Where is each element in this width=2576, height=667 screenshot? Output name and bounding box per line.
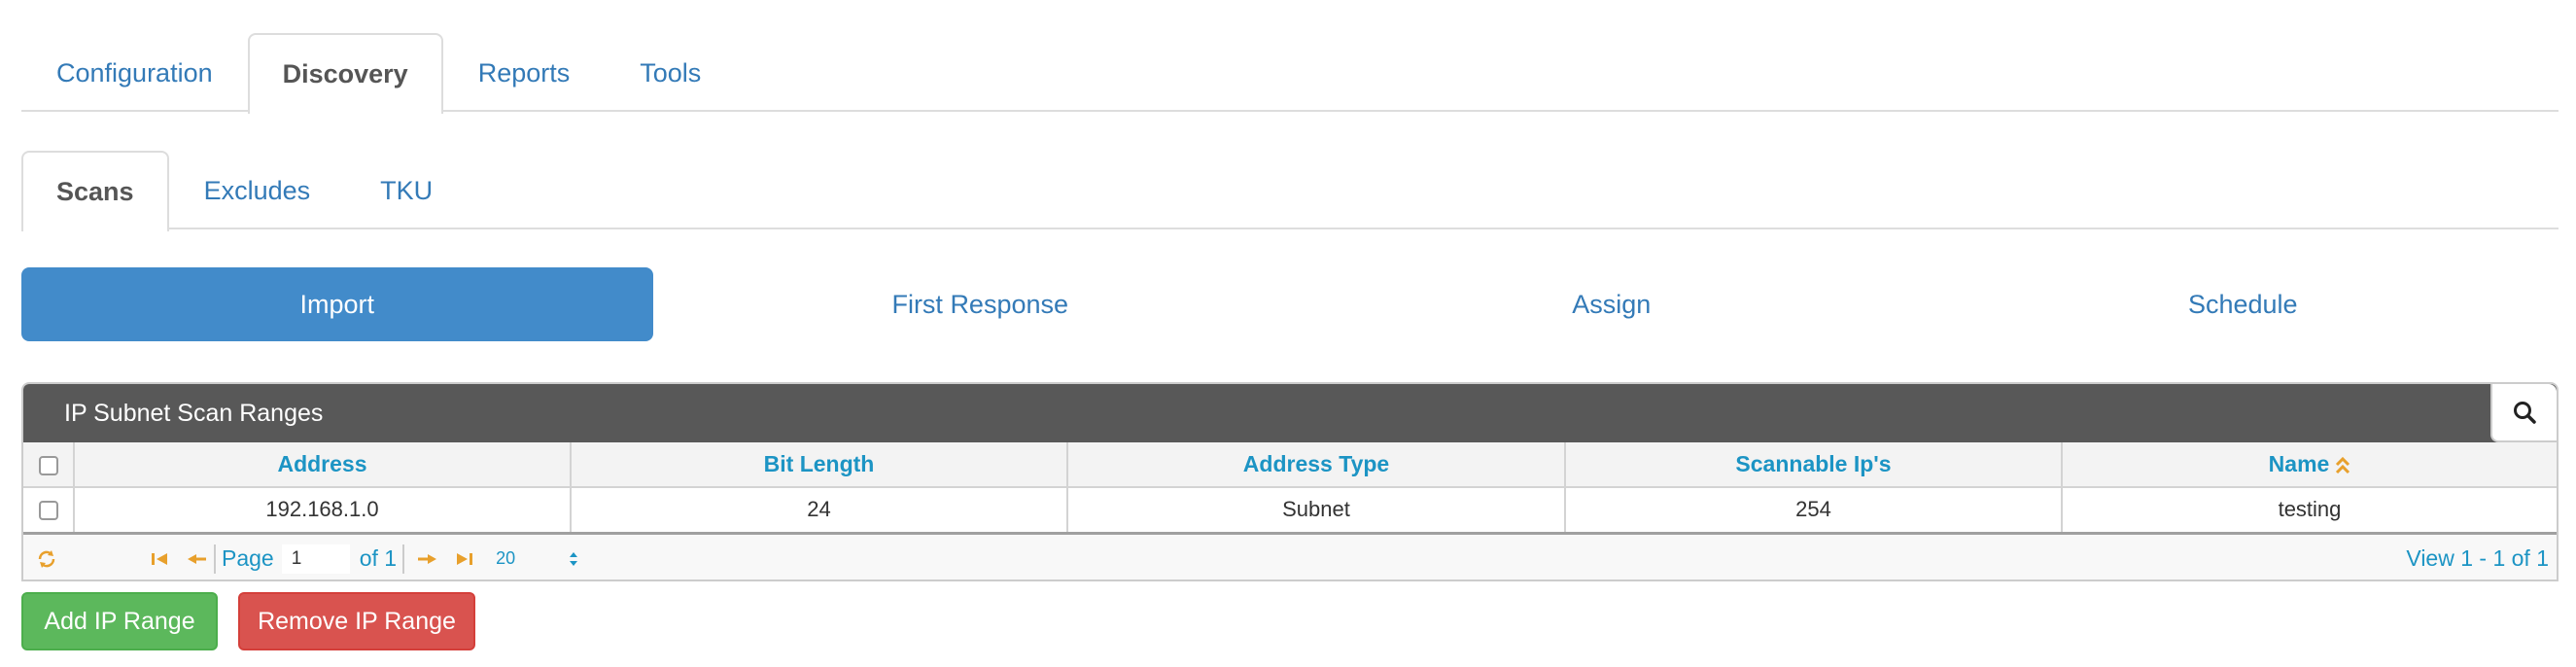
tab-tku[interactable]: TKU <box>345 151 468 229</box>
sort-ascending-icon <box>2336 456 2350 474</box>
sub-tabs: Scans Excludes TKU <box>21 151 2559 231</box>
row-select-cell <box>23 487 75 535</box>
rows-per-page-value: 20 <box>496 548 516 568</box>
cell-name: testing <box>2062 487 2557 535</box>
tab-reports[interactable]: Reports <box>443 33 606 112</box>
column-header-name: Name <box>2268 451 2330 476</box>
tab-tools[interactable]: Tools <box>605 33 736 112</box>
row-checkbox[interactable] <box>38 501 58 521</box>
select-all-cell <box>23 442 75 488</box>
table-row[interactable]: 192.168.1.0 24 Subnet 254 testing <box>23 487 2557 535</box>
tab-scans[interactable]: Scans <box>21 151 169 231</box>
page-label: Page <box>222 545 274 571</box>
pager-separator <box>214 544 216 574</box>
rows-per-page-select[interactable]: 20 <box>496 548 578 569</box>
ip-subnet-grid: IP Subnet Scan Ranges Address Bit Length <box>21 382 2559 581</box>
tab-excludes[interactable]: Excludes <box>169 151 346 229</box>
pill-assign[interactable]: Assign <box>1296 267 1928 341</box>
view-records-text: View 1 - 1 of 1 <box>2406 545 2549 571</box>
search-icon <box>2514 402 2536 424</box>
scan-action-pills: Import First Response Assign Schedule <box>21 267 2559 341</box>
main-tabs: Configuration Discovery Reports Tools <box>21 33 2559 114</box>
previous-page-icon[interactable] <box>185 550 208 568</box>
select-arrows-icon <box>570 552 578 567</box>
grid-search-button[interactable] <box>2490 384 2557 442</box>
column-header-name-cell[interactable]: Name <box>2062 442 2557 488</box>
cell-scannable-ips: 254 <box>1565 487 2063 535</box>
add-ip-range-button[interactable]: Add IP Range <box>21 592 218 650</box>
remove-ip-range-button[interactable]: Remove IP Range <box>238 592 475 650</box>
tab-discovery[interactable]: Discovery <box>247 33 443 114</box>
cell-address: 192.168.1.0 <box>74 487 572 535</box>
grid-caption: IP Subnet Scan Ranges <box>23 384 2557 442</box>
cell-address-type: Subnet <box>1067 487 1566 535</box>
first-page-icon[interactable] <box>150 550 171 568</box>
pager-separator <box>402 544 405 574</box>
next-page-icon[interactable] <box>416 550 439 568</box>
column-header-address[interactable]: Address <box>74 442 572 488</box>
cell-bit-length: 24 <box>571 487 1068 535</box>
select-all-checkbox[interactable] <box>38 455 58 475</box>
refresh-icon[interactable] <box>35 547 58 571</box>
pill-schedule[interactable]: Schedule <box>1928 267 2559 341</box>
tab-configuration[interactable]: Configuration <box>21 33 248 112</box>
pill-import[interactable]: Import <box>21 267 653 341</box>
column-header-address-type[interactable]: Address Type <box>1067 442 1566 488</box>
grid-title: IP Subnet Scan Ranges <box>64 399 324 427</box>
column-header-bit-length[interactable]: Bit Length <box>571 442 1068 488</box>
page-of-label: of 1 <box>359 545 398 571</box>
column-header-scannable-ips[interactable]: Scannable Ip's <box>1565 442 2063 488</box>
page-number-input[interactable] <box>281 544 350 574</box>
pill-first-response[interactable]: First Response <box>665 267 1297 341</box>
grid-table: Address Bit Length Address Type Scannabl… <box>23 442 2557 535</box>
grid-pager: Page of 1 20 View 1 - 1 of 1 <box>23 534 2557 579</box>
last-page-icon[interactable] <box>453 550 474 568</box>
grid-header-row: Address Bit Length Address Type Scannabl… <box>23 442 2557 488</box>
